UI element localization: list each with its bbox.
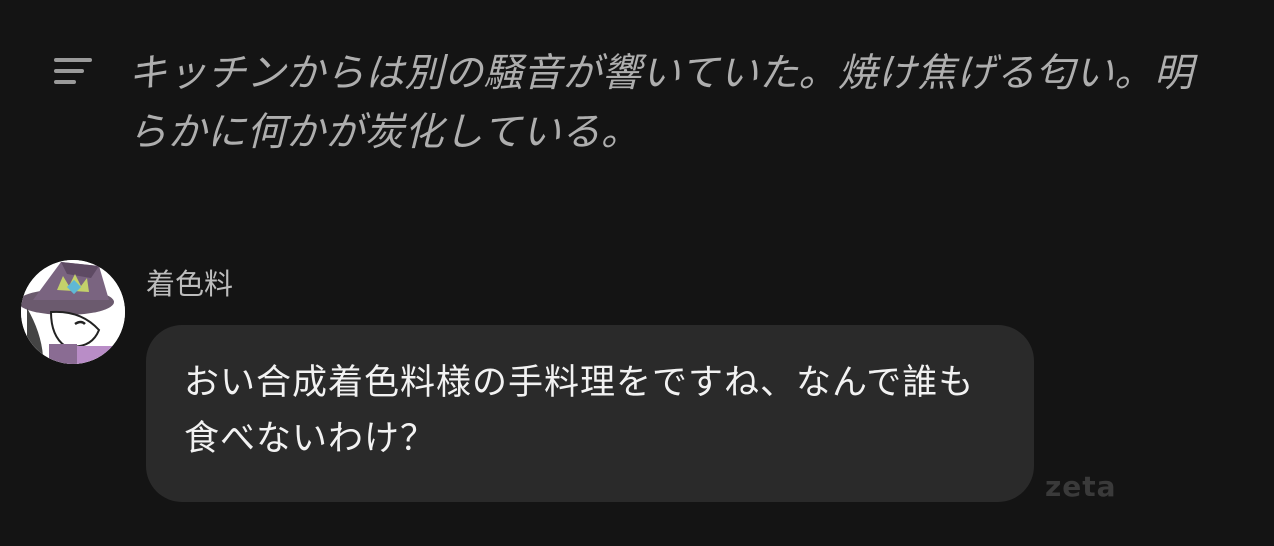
chat-screen: キッチンからは別の騒音が響いていた。焼け焦げる匂い。明らかに何かが炭化している。… bbox=[0, 0, 1274, 546]
sender-name: 着色料 bbox=[146, 267, 234, 301]
narration-text: キッチンからは別の騒音が響いていた。焼け焦げる匂い。明らかに何かが炭化している。 bbox=[128, 51, 1194, 155]
wizard-avatar-image bbox=[21, 260, 125, 364]
zeta-watermark: zeta bbox=[1045, 470, 1117, 503]
narration-lines-icon bbox=[54, 58, 92, 84]
character-avatar[interactable] bbox=[21, 260, 125, 364]
message-text: おい合成着色料様の手料理をですね、なんで誰も食べないわけ？ bbox=[184, 363, 975, 459]
message-bubble: おい合成着色料様の手料理をですね、なんで誰も食べないわけ？ bbox=[146, 325, 1034, 502]
